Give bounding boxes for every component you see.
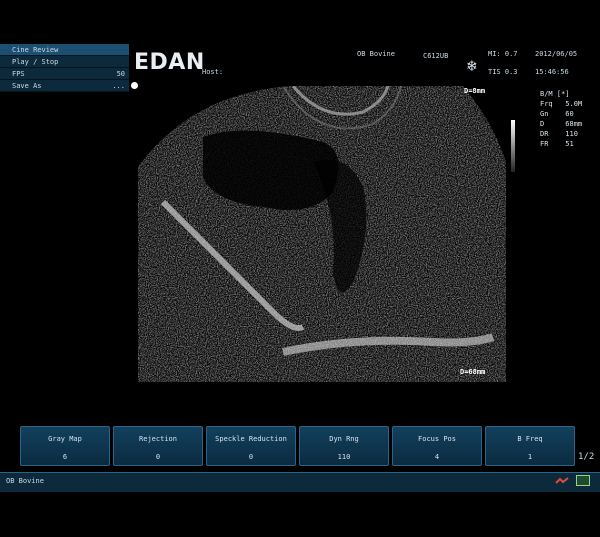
grayscale-bar xyxy=(511,120,515,172)
depth-bottom-label: D=68mm xyxy=(460,368,486,376)
param-row: D 68mm xyxy=(540,120,583,128)
mode-label: B/M [*] xyxy=(540,90,570,98)
softkey-value: 0 xyxy=(248,453,254,461)
orientation-marker xyxy=(131,82,138,89)
softkey-label: Gray Map xyxy=(48,435,82,443)
softkey-value: 4 xyxy=(434,453,440,461)
dyn-rng-softkey[interactable]: Dyn Rng 110 xyxy=(299,426,389,466)
param-row: DR 110 xyxy=(540,130,578,138)
fps-item[interactable]: FPS 50 xyxy=(0,68,129,80)
freeze-icon: ❄ xyxy=(467,56,477,75)
softkey-value: 110 xyxy=(337,453,351,461)
imaging-params: B/M [*] Frq 5.0M Gn 60 D 68mm DR 110 FR … xyxy=(540,89,582,149)
time: 15:46:56 xyxy=(535,68,569,76)
play-stop-label: Play / Stop xyxy=(12,58,59,66)
save-as-item[interactable]: Save As ... xyxy=(0,80,129,92)
softkey-value: 6 xyxy=(62,453,68,461)
softkey-label: Rejection xyxy=(139,435,177,443)
param-row: Gn 60 xyxy=(540,110,574,118)
mi-value: MI: 0.7 xyxy=(488,50,518,58)
fps-label: FPS xyxy=(12,70,25,78)
cine-menu: Cine Review Play / Stop FPS 50 Save As .… xyxy=(0,44,129,92)
page-indicator[interactable]: 1/2 xyxy=(578,452,594,462)
ultrasound-image[interactable] xyxy=(133,82,508,384)
battery-icon xyxy=(576,475,590,486)
softkey-value: 0 xyxy=(155,453,161,461)
softkey-label: Dyn Rng xyxy=(329,435,359,443)
gray-map-softkey[interactable]: Gray Map 6 xyxy=(20,426,110,466)
softkey-bar: Gray Map 6 Rejection 0 Speckle Reduction… xyxy=(20,426,575,466)
host-label: Host: xyxy=(202,68,224,76)
param-row: Frq 5.0M xyxy=(540,100,583,108)
speckle-reduction-softkey[interactable]: Speckle Reduction 0 xyxy=(206,426,296,466)
softkey-value: 1 xyxy=(527,453,533,461)
param-row: FR 51 xyxy=(540,140,574,148)
save-as-label: Save As xyxy=(12,82,42,90)
date: 2012/06/05 xyxy=(535,50,578,58)
status-bar xyxy=(0,472,600,492)
power-plug-icon xyxy=(555,477,569,484)
softkey-label: Speckle Reduction xyxy=(215,435,287,443)
brand-logo: EDAN xyxy=(134,50,205,75)
softkey-label: Focus Pos xyxy=(418,435,456,443)
depth-top-label: D=8mm xyxy=(464,87,486,95)
play-stop-item[interactable]: Play / Stop xyxy=(0,56,129,68)
probe-name: C612UB xyxy=(423,52,449,60)
status-exam-text: OB Bovine xyxy=(6,477,44,485)
cine-review-label: Cine Review xyxy=(12,46,59,54)
fps-value: 50 xyxy=(116,70,125,78)
rejection-softkey[interactable]: Rejection 0 xyxy=(113,426,203,466)
softkey-label: B Freq xyxy=(517,435,543,443)
cine-review-item[interactable]: Cine Review xyxy=(0,44,129,56)
tis-value: TIS 0.3 xyxy=(488,68,518,76)
b-freq-softkey[interactable]: B Freq 1 xyxy=(485,426,575,466)
focus-pos-softkey[interactable]: Focus Pos 4 xyxy=(392,426,482,466)
save-as-value: ... xyxy=(112,82,125,90)
exam-name: OB Bovine xyxy=(357,50,395,58)
